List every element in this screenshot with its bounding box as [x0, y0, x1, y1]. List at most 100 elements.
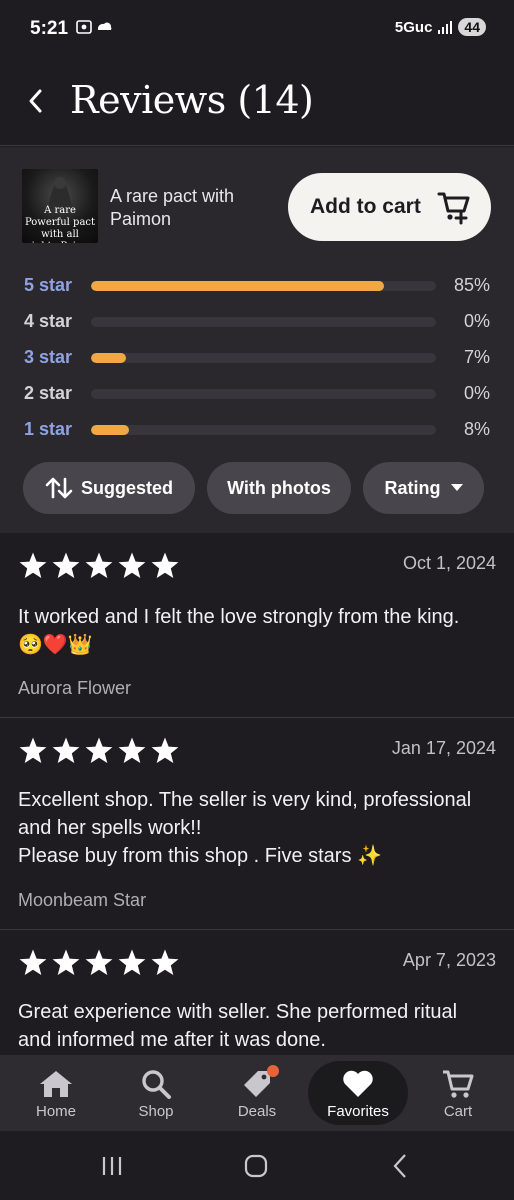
star-icon: [52, 737, 80, 763]
review-stars: [18, 551, 180, 580]
review-text: Great experience with seller. She perfor…: [18, 1001, 458, 1051]
search-icon: [142, 1070, 171, 1099]
star-icon: [52, 949, 80, 975]
review-text: Excellent shop. The seller is very kind,…: [18, 789, 472, 867]
star-icon: [85, 737, 113, 763]
rating-bar: [91, 317, 436, 327]
listing-thumbnail-caption: A rare Powerful pact with all mighty Pai…: [22, 205, 98, 243]
review-summary: A rare Powerful pact with all mighty Pai…: [0, 147, 514, 533]
rating-bar: [91, 389, 436, 399]
rating-row-5[interactable]: 5 star 85%: [0, 273, 514, 301]
star-icon: [151, 552, 179, 578]
star-icon: [151, 949, 179, 975]
nav-home[interactable]: Home: [6, 1055, 106, 1131]
nav-cart-label: Cart: [443, 1103, 473, 1120]
rating-row-1[interactable]: 1 star 8%: [0, 417, 514, 445]
review-card: Oct 1, 2024 It worked and I felt the lov…: [0, 533, 514, 718]
with-photos-chip-label: With photos: [227, 477, 331, 498]
caret-down-icon: [450, 484, 463, 491]
back-arrow-icon: [29, 89, 42, 113]
add-to-cart-label: Add to cart: [310, 195, 421, 218]
rating-label: 4 star: [24, 311, 73, 331]
listing-title[interactable]: A rare pact with Paimon: [110, 185, 270, 231]
app-header: Reviews (14): [0, 60, 514, 146]
system-navigation-bar: [0, 1131, 514, 1200]
add-to-cart-button[interactable]: Add to cart: [288, 173, 491, 241]
reviews-list[interactable]: Oct 1, 2024 It worked and I felt the lov…: [0, 533, 514, 1055]
back-button[interactable]: [20, 84, 50, 118]
rating-filter-chip[interactable]: Rating: [363, 462, 484, 514]
review-date: Oct 1, 2024: [402, 553, 496, 573]
review-filters: Suggested With photos Rating: [0, 462, 514, 514]
rating-bar-fill: [91, 281, 385, 291]
suggested-sort-chip[interactable]: Suggested: [23, 462, 195, 514]
listing-thumbnail[interactable]: A rare Powerful pact with all mighty Pai…: [22, 169, 98, 243]
rating-label[interactable]: 3 star: [24, 347, 72, 368]
battery-indicator: 44: [458, 18, 486, 36]
sort-arrows-icon: [45, 477, 73, 499]
review-card: Apr 7, 2023 Great experience with seller…: [0, 930, 514, 1055]
nav-favorites-label: Favorites: [327, 1103, 389, 1120]
rating-bar-fill: [91, 425, 129, 435]
star-icon: [85, 949, 113, 975]
star-icon: [118, 949, 146, 975]
rating-row-3[interactable]: 3 star 7%: [0, 345, 514, 373]
page-title: Reviews (14): [70, 78, 314, 122]
cart-icon: [443, 1070, 474, 1098]
star-icon: [19, 949, 47, 975]
review-date: Jan 17, 2024: [391, 738, 496, 758]
star-icon: [118, 552, 146, 578]
reviewer-name[interactable]: Moonbeam Star: [18, 890, 146, 911]
nav-deals[interactable]: Deals: [207, 1055, 307, 1131]
rating-percent: 0%: [463, 383, 490, 403]
rating-bar: [91, 353, 436, 363]
home-system-button[interactable]: [236, 1151, 276, 1181]
star-icon: [52, 552, 80, 578]
screenshot-icon: [76, 20, 112, 34]
rating-chip-label: Rating: [384, 477, 441, 498]
star-icon: [118, 737, 146, 763]
nav-cart[interactable]: Cart: [408, 1055, 508, 1131]
rating-label[interactable]: 1 star: [24, 419, 72, 440]
star-icon: [85, 552, 113, 578]
rating-percent: 0%: [463, 311, 490, 331]
deals-notification-dot: [267, 1065, 279, 1077]
signal-icon: [438, 20, 453, 34]
nav-deals-label: Deals: [237, 1103, 277, 1120]
nav-favorites[interactable]: Favorites: [308, 1061, 408, 1125]
cart-plus-icon: [437, 192, 470, 225]
system-back-button[interactable]: [380, 1151, 420, 1181]
recent-apps-icon: [102, 1157, 122, 1175]
status-notification-icons: [76, 19, 114, 39]
star-icon: [19, 737, 47, 763]
rating-percent: 7%: [463, 347, 490, 367]
demon-figure-image: [48, 177, 72, 209]
rating-label[interactable]: 5 star: [24, 275, 72, 296]
rating-percent: 8%: [463, 419, 490, 439]
bottom-navigation: Home Shop Deals Favorites Cart: [0, 1055, 514, 1131]
nav-shop-label: Shop: [138, 1103, 174, 1120]
network-label: 5Guc: [394, 18, 433, 36]
rating-row-4: 4 star 0%: [0, 309, 514, 337]
rating-bar-fill: [91, 353, 126, 363]
review-stars: [18, 736, 180, 765]
review-stars: [18, 948, 180, 977]
status-bar: 5:21 5Guc 44: [0, 0, 514, 60]
rating-bar: [91, 281, 436, 291]
reviewer-name[interactable]: Aurora Flower: [18, 678, 131, 699]
review-text: It worked and I felt the love strongly f…: [18, 606, 460, 656]
star-icon: [19, 552, 47, 578]
rating-percent: 85%: [453, 275, 490, 295]
rating-row-2: 2 star 0%: [0, 381, 514, 409]
recent-apps-button[interactable]: [92, 1151, 132, 1181]
review-date: Apr 7, 2023: [402, 950, 496, 970]
system-back-icon: [393, 1154, 406, 1178]
star-icon: [151, 737, 179, 763]
review-card: Jan 17, 2024 Excellent shop. The seller …: [0, 718, 514, 930]
nav-shop[interactable]: Shop: [106, 1055, 206, 1131]
rating-label: 2 star: [24, 383, 73, 403]
with-photos-chip[interactable]: With photos: [207, 462, 351, 514]
status-time: 5:21: [30, 18, 69, 39]
rating-bar: [91, 425, 436, 435]
heart-icon: [343, 1070, 373, 1097]
